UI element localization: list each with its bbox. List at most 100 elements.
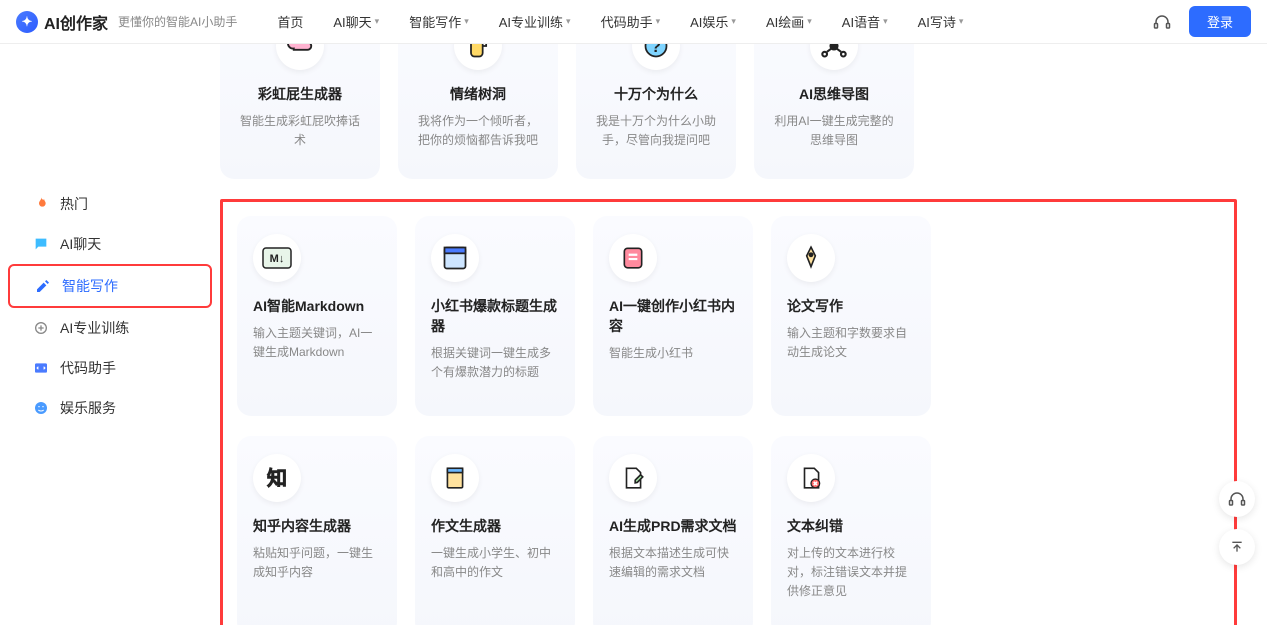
svg-text:?: ? bbox=[651, 44, 661, 56]
card-title: AI思维导图 bbox=[799, 84, 869, 104]
nav-label: AI语音 bbox=[842, 12, 880, 31]
brain-icon bbox=[32, 319, 50, 337]
sidebar-item-5[interactable]: 娱乐服务 bbox=[8, 388, 212, 428]
tool-card[interactable]: AI一键创作小红书内容 智能生成小红书 bbox=[593, 216, 753, 416]
tool-card[interactable]: ? 十万个为什么 我是十万个为什么小助手，尽管向我提问吧 bbox=[576, 44, 736, 179]
nav-item-5[interactable]: AI娱乐▾ bbox=[690, 12, 736, 31]
chevron-down-icon: ▾ bbox=[731, 16, 736, 27]
card-desc: 输入主题和字数要求自动生成论文 bbox=[787, 324, 915, 362]
card-title: AI一键创作小红书内容 bbox=[609, 296, 737, 336]
note-icon bbox=[609, 234, 657, 282]
card-desc: 一键生成小学生、初中和高中的作文 bbox=[431, 544, 559, 582]
tool-card[interactable]: AI生成PRD需求文档 根据文本描述生成可快速编辑的需求文档 bbox=[593, 436, 753, 625]
docx-icon bbox=[787, 454, 835, 502]
nav-label: AI专业训练 bbox=[499, 12, 563, 31]
top-row: 彩虹屁生成器 智能生成彩虹屁吹捧话术 情绪树洞 我将作为一个倾听者，把你的烦恼都… bbox=[220, 44, 1237, 179]
sidebar-item-label: 娱乐服务 bbox=[60, 398, 116, 418]
float-buttons bbox=[1219, 481, 1255, 565]
login-button[interactable]: 登录 bbox=[1189, 6, 1251, 37]
sidebar-item-2[interactable]: 智能写作 bbox=[8, 264, 212, 308]
svg-text:M↓: M↓ bbox=[270, 253, 285, 265]
card-desc: 输入主题关键词，AI一键生成Markdown bbox=[253, 324, 381, 362]
chevron-down-icon: ▾ bbox=[883, 16, 888, 27]
tool-card[interactable]: M↓ AI智能Markdown 输入主题关键词，AI一键生成Markdown bbox=[237, 216, 397, 416]
sidebar-item-label: 热门 bbox=[60, 194, 88, 214]
tool-card[interactable]: AI思维导图 利用AI一键生成完整的思维导图 bbox=[754, 44, 914, 179]
logo-text: AI创作家 bbox=[44, 10, 108, 34]
nav-label: AI绘画 bbox=[766, 12, 804, 31]
tool-card[interactable]: 文本纠错 对上传的文本进行校对，标注错误文本并提供修正意见 bbox=[771, 436, 931, 625]
nav-item-1[interactable]: AI聊天▾ bbox=[333, 12, 379, 31]
nav-item-7[interactable]: AI语音▾ bbox=[842, 12, 888, 31]
sidebar-item-0[interactable]: 热门 bbox=[8, 184, 212, 224]
tool-card[interactable]: 作文生成器 一键生成小学生、初中和高中的作文 bbox=[415, 436, 575, 625]
card-desc: 我将作为一个倾听者，把你的烦恼都告诉我吧 bbox=[414, 112, 542, 150]
nav-item-4[interactable]: 代码助手▾ bbox=[601, 12, 661, 31]
card-title: 情绪树洞 bbox=[450, 84, 506, 104]
sidebar-item-label: 智能写作 bbox=[62, 276, 118, 296]
support-button[interactable] bbox=[1219, 481, 1255, 517]
sidebar-item-label: AI专业训练 bbox=[60, 318, 129, 338]
cup-icon bbox=[454, 44, 502, 70]
tool-card[interactable]: 小红书爆款标题生成器 根据关键词一键生成多个有爆款潜力的标题 bbox=[415, 216, 575, 416]
card-title: AI生成PRD需求文档 bbox=[609, 516, 737, 536]
chat-icon bbox=[32, 235, 50, 253]
card-title: 小红书爆款标题生成器 bbox=[431, 296, 559, 336]
nav-item-3[interactable]: AI专业训练▾ bbox=[499, 12, 571, 31]
chevron-down-icon: ▾ bbox=[656, 16, 661, 27]
header: ✦ AI创作家 更懂你的智能AI小助手 首页AI聊天▾智能写作▾AI专业训练▾代… bbox=[0, 0, 1267, 44]
main-nav: 首页AI聊天▾智能写作▾AI专业训练▾代码助手▾AI娱乐▾AI绘画▾AI语音▾A… bbox=[277, 12, 963, 31]
tool-card[interactable]: 论文写作 输入主题和字数要求自动生成论文 bbox=[771, 216, 931, 416]
fire-icon bbox=[32, 195, 50, 213]
smile-icon bbox=[32, 399, 50, 417]
card-desc: 智能生成小红书 bbox=[609, 344, 693, 363]
nav-label: 智能写作 bbox=[409, 12, 461, 31]
card-title: 彩虹屁生成器 bbox=[258, 84, 342, 104]
grid-row-1: 知 知乎内容生成器 粘贴知乎问题，一键生成知乎内容 作文生成器 一键生成小学生、… bbox=[237, 436, 1220, 625]
card-desc: 我是十万个为什么小助手，尽管向我提问吧 bbox=[592, 112, 720, 150]
tool-card[interactable]: 知 知乎内容生成器 粘贴知乎问题，一键生成知乎内容 bbox=[237, 436, 397, 625]
nav-label: AI写诗 bbox=[918, 12, 956, 31]
highlight-box: M↓ AI智能Markdown 输入主题关键词，AI一键生成Markdown 小… bbox=[220, 199, 1237, 625]
tool-card[interactable]: 彩虹屁生成器 智能生成彩虹屁吹捧话术 bbox=[220, 44, 380, 179]
headset-icon[interactable] bbox=[1153, 13, 1171, 31]
card-title: 十万个为什么 bbox=[614, 84, 698, 104]
sidebar-item-4[interactable]: 代码助手 bbox=[8, 348, 212, 388]
chevron-down-icon: ▾ bbox=[464, 16, 469, 27]
doc-icon bbox=[431, 454, 479, 502]
card-desc: 根据关键词一键生成多个有爆款潜力的标题 bbox=[431, 344, 559, 382]
nav-label: AI娱乐 bbox=[690, 12, 728, 31]
question-icon: ? bbox=[632, 44, 680, 70]
card-desc: 粘贴知乎问题，一键生成知乎内容 bbox=[253, 544, 381, 582]
code-icon bbox=[32, 359, 50, 377]
header-right: 登录 bbox=[1153, 6, 1251, 37]
card-desc: 利用AI一键生成完整的思维导图 bbox=[770, 112, 898, 150]
tagline: 更懂你的智能AI小助手 bbox=[118, 13, 237, 30]
sidebar: 热门 AI聊天智能写作 AI专业训练代码助手娱乐服务 bbox=[0, 44, 220, 625]
nav-item-8[interactable]: AI写诗▾ bbox=[918, 12, 964, 31]
cloud-icon bbox=[276, 44, 324, 70]
sidebar-item-label: 代码助手 bbox=[60, 358, 116, 378]
chevron-down-icon: ▾ bbox=[959, 16, 964, 27]
nav-item-6[interactable]: AI绘画▾ bbox=[766, 12, 812, 31]
tool-card[interactable]: 情绪树洞 我将作为一个倾听者，把你的烦恼都告诉我吧 bbox=[398, 44, 558, 179]
pen-icon bbox=[787, 234, 835, 282]
sidebar-item-1[interactable]: AI聊天 bbox=[8, 224, 212, 264]
nav-item-0[interactable]: 首页 bbox=[277, 12, 303, 31]
edit-icon bbox=[34, 277, 52, 295]
nav-label: 首页 bbox=[277, 12, 303, 31]
card-desc: 智能生成彩虹屁吹捧话术 bbox=[236, 112, 364, 150]
markdown-icon: M↓ bbox=[253, 234, 301, 282]
logo[interactable]: ✦ AI创作家 bbox=[16, 10, 108, 34]
sidebar-item-3[interactable]: AI专业训练 bbox=[8, 308, 212, 348]
svg-text:知: 知 bbox=[267, 466, 287, 490]
back-to-top-button[interactable] bbox=[1219, 529, 1255, 565]
nav-label: AI聊天 bbox=[333, 12, 371, 31]
sidebar-item-label: AI聊天 bbox=[60, 234, 101, 254]
nav-label: 代码助手 bbox=[601, 12, 653, 31]
card-desc: 对上传的文本进行校对，标注错误文本并提供修正意见 bbox=[787, 544, 915, 602]
card-title: AI智能Markdown bbox=[253, 296, 364, 316]
card-title: 知乎内容生成器 bbox=[253, 516, 351, 536]
nav-item-2[interactable]: 智能写作▾ bbox=[409, 12, 469, 31]
card-desc: 根据文本描述生成可快速编辑的需求文档 bbox=[609, 544, 737, 582]
